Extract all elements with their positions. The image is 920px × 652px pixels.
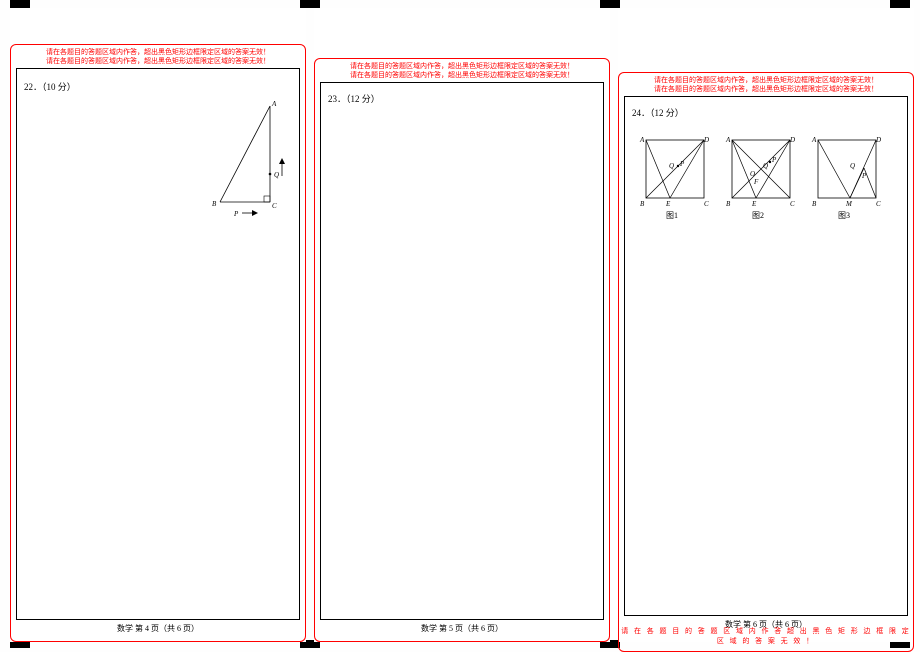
black-border: [320, 82, 604, 620]
answer-column-3: 请在各题目的答题区域内作答，超出黑色矩形边框限定区域的答案无效！ 请在各题目的答…: [618, 8, 914, 642]
svg-text:图3: 图3: [838, 211, 850, 220]
warning-top: 请在各题目的答题区域内作答，超出黑色矩形边框限定区域的答案无效！ 请在各题目的答…: [314, 62, 610, 80]
svg-text:C: C: [876, 200, 881, 208]
svg-text:A: A: [639, 136, 645, 144]
crop-marker: [600, 0, 620, 8]
page-footer-4: 数学 第 4 页（共 6 页）: [10, 623, 306, 634]
svg-text:F: F: [753, 178, 759, 186]
warning-line-1: 请在各题目的答题区域内作答，超出黑色矩形边框限定区域的答案无效！: [350, 62, 574, 70]
warning-top: 请在各题目的答题区域内作答，超出黑色矩形边框限定区域的答案无效！ 请在各题目的答…: [618, 76, 914, 94]
warning-bottom: 请 在 各 题 目 的 答 题 区 域 内 作 答 超 出 黑 色 矩 形 边 …: [618, 626, 914, 646]
crop-marker: [10, 0, 30, 8]
warning-line-1: 请在各题目的答题区域内作答，超出黑色矩形边框限定区域的答案无效！: [654, 76, 878, 84]
svg-text:B: B: [812, 200, 817, 208]
svg-text:E: E: [665, 200, 671, 208]
warning-line-1: 请在各题目的答题区域内作答，超出黑色矩形边框限定区域的答案无效！: [46, 48, 270, 56]
svg-text:M: M: [845, 200, 853, 208]
page-footer-5: 数学 第 5 页（共 6 页）: [314, 623, 610, 634]
svg-text:P: P: [861, 172, 867, 180]
triangle-figure: A B C Q P: [210, 98, 294, 218]
svg-text:P: P: [233, 210, 239, 218]
crop-marker: [300, 0, 320, 8]
answer-column-1: 请在各题目的答题区域内作答，超出黑色矩形边框限定区域的答案无效！ 请在各题目的答…: [10, 8, 306, 642]
warning-line-2: 请在各题目的答题区域内作答，超出黑色矩形边框限定区域的答案无效！: [654, 85, 878, 93]
square-figure-3: A D B C M P Q 图3: [808, 132, 892, 224]
square-figure-2: A D B C E P O F Q 图2: [722, 132, 806, 224]
crop-marker: [890, 0, 910, 8]
svg-text:A: A: [271, 100, 277, 108]
svg-text:P: P: [679, 160, 685, 168]
svg-text:图1: 图1: [666, 211, 678, 220]
square-figure-1: A D B C E P Q 图1: [636, 132, 720, 224]
svg-text:P: P: [771, 156, 777, 164]
warning-line-2: 请在各题目的答题区域内作答，超出黑色矩形边框限定区域的答案无效！: [46, 57, 270, 65]
svg-text:Q: Q: [763, 162, 768, 170]
svg-text:C: C: [704, 200, 709, 208]
warning-top: 请在各题目的答题区域内作答，超出黑色矩形边框限定区域的答案无效！ 请在各题目的答…: [10, 48, 306, 66]
svg-text:C: C: [272, 202, 277, 210]
svg-text:B: B: [640, 200, 645, 208]
question-header-24: 24．（12 分）: [632, 106, 684, 119]
svg-text:B: B: [212, 200, 217, 208]
svg-text:Q: Q: [274, 171, 279, 179]
answer-column-2: 请在各题目的答题区域内作答，超出黑色矩形边框限定区域的答案无效！ 请在各题目的答…: [314, 8, 610, 642]
svg-text:B: B: [726, 200, 731, 208]
warning-line-2: 请在各题目的答题区域内作答，超出黑色矩形边框限定区域的答案无效！: [350, 71, 574, 79]
svg-text:O: O: [750, 170, 755, 178]
svg-text:A: A: [725, 136, 731, 144]
svg-text:C: C: [790, 200, 795, 208]
question-header-22: 22．（10 分）: [24, 80, 76, 93]
svg-text:Q: Q: [850, 162, 855, 170]
svg-text:E: E: [751, 200, 757, 208]
svg-text:Q: Q: [669, 162, 674, 170]
question-header-23: 23．（12 分）: [328, 92, 380, 105]
svg-text:图2: 图2: [752, 211, 764, 220]
svg-text:A: A: [811, 136, 817, 144]
